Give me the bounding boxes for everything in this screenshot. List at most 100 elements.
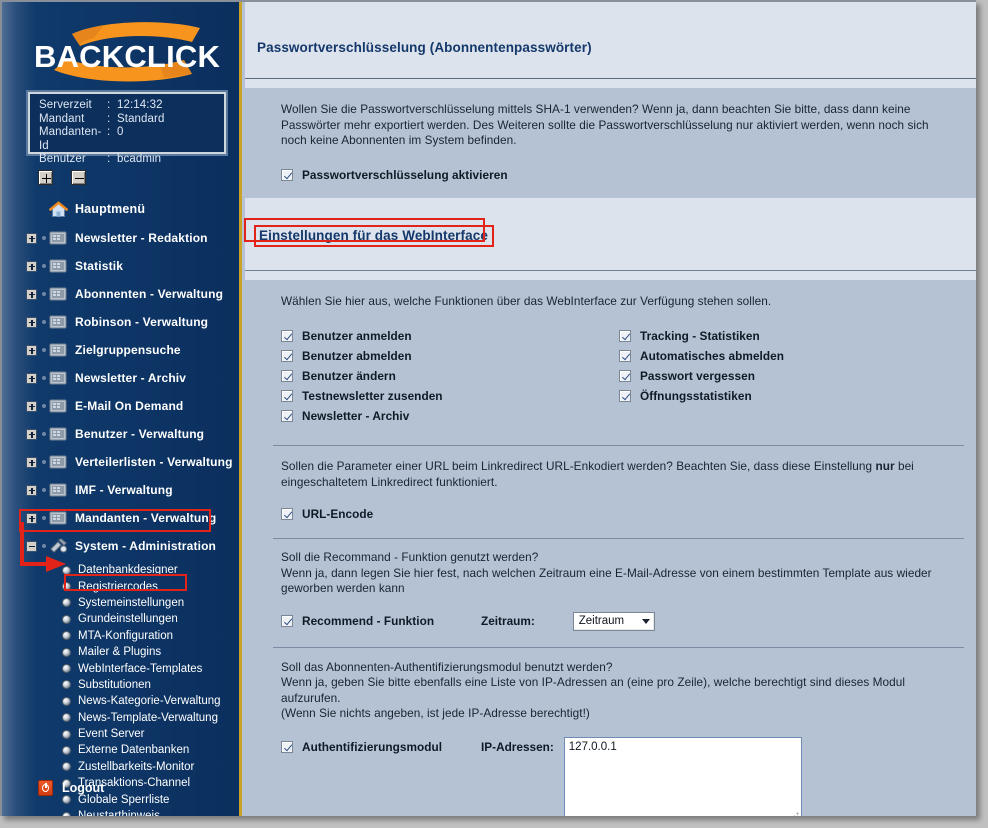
option-testnewsletter-zusenden: Testnewsletter zusenden bbox=[281, 386, 619, 406]
spacer bbox=[245, 197, 976, 222]
mandanten-id-value: 0 bbox=[117, 126, 124, 138]
sidebar-subitem-datenbankdesigner[interactable]: Datenbankdesigner bbox=[2, 562, 239, 578]
auth-checkbox[interactable] bbox=[281, 740, 293, 753]
sidebar-item-robinson-verwaltung[interactable]: Robinson - Verwaltung bbox=[2, 308, 239, 336]
option-benutzer-anmelden: Benutzer anmelden bbox=[281, 326, 619, 346]
option-label: Öffnungsstatistiken bbox=[640, 389, 752, 403]
expand-plus-icon[interactable] bbox=[26, 456, 37, 468]
zeitraum-select[interactable]: Zeitraum bbox=[572, 611, 655, 631]
panel-password: Wollen Sie die Passwortverschlüsselung m… bbox=[245, 88, 976, 198]
folder-icon bbox=[49, 258, 68, 275]
sidebar-subitem-zustellbarkeits-monitor[interactable]: Zustellbarkeits-Monitor bbox=[2, 759, 239, 775]
password-encryption-checkbox[interactable] bbox=[281, 168, 293, 181]
sidebar-item-benutzer-verwaltung[interactable]: Benutzer - Verwaltung bbox=[2, 420, 239, 448]
recommend-checkbox[interactable] bbox=[281, 615, 293, 627]
tree-dot-icon bbox=[42, 320, 46, 324]
option-checkbox[interactable] bbox=[619, 350, 631, 362]
sidebar-item-label: E-Mail On Demand bbox=[75, 399, 184, 413]
folder-icon bbox=[49, 482, 68, 499]
sidebar-subitem-label: News-Template-Verwaltung bbox=[78, 711, 218, 724]
option-checkbox[interactable] bbox=[281, 390, 293, 402]
bullet-sphere-icon bbox=[62, 795, 71, 805]
sidebar-item-system-administration[interactable]: System - Administration bbox=[2, 532, 239, 560]
sidebar-subitem-registriercodes[interactable]: Registriercodes bbox=[2, 578, 239, 594]
server-info-key: Benutzer bbox=[39, 153, 86, 165]
collapse-minus-icon[interactable] bbox=[26, 540, 37, 552]
sidebar-subitem-news-template-verwaltung[interactable]: News-Template-Verwaltung bbox=[2, 710, 239, 726]
expand-plus-icon[interactable] bbox=[26, 512, 37, 524]
option-label: Benutzer ändern bbox=[302, 369, 396, 383]
auth-label: Authentifizierungsmodul bbox=[302, 739, 443, 754]
sidebar-subitem-systemeinstellungen[interactable]: Systemeinstellungen bbox=[2, 595, 239, 611]
panel-webinterface: Wählen Sie hier aus, welche Funktionen ü… bbox=[245, 279, 976, 816]
ip-addresses-textarea[interactable] bbox=[563, 736, 802, 816]
folder-icon bbox=[49, 314, 68, 331]
sidebar-subitem-mta-konfiguration[interactable]: MTA-Konfiguration bbox=[2, 628, 239, 644]
backclick-logo-icon: BACKCLICK bbox=[24, 18, 224, 88]
sidebar-subitem-neustarthinweis[interactable]: Neustarthinweis bbox=[2, 808, 239, 816]
sidebar-subitem-event-server[interactable]: Event Server bbox=[2, 726, 239, 742]
expand-all-button[interactable] bbox=[38, 170, 53, 185]
tree-dot-icon bbox=[42, 432, 46, 436]
sidebar-item-newsletter-redaktion[interactable]: Newsletter - Redaktion bbox=[2, 224, 239, 252]
option-label: Benutzer anmelden bbox=[302, 329, 412, 343]
tree-dot-icon bbox=[42, 236, 46, 240]
expand-plus-icon[interactable] bbox=[26, 372, 37, 384]
option-checkbox[interactable] bbox=[281, 410, 293, 422]
sidebar-item-abonnenten-verwaltung[interactable]: Abonnenten - Verwaltung bbox=[2, 280, 239, 308]
option-checkbox[interactable] bbox=[281, 350, 293, 362]
option-checkbox[interactable] bbox=[281, 370, 293, 382]
sidebar-item-newsletter-archiv[interactable]: Newsletter - Archiv bbox=[2, 364, 239, 392]
auth-description-line1: Soll das Abonnenten-Authentifizierungsmo… bbox=[281, 659, 613, 674]
server-time-value: 12:14:32 bbox=[117, 99, 163, 111]
sidebar-item-zielgruppensuche[interactable]: Zielgruppensuche bbox=[2, 336, 239, 364]
expand-plus-icon[interactable] bbox=[26, 400, 37, 412]
sidebar-item-mandanten-verwaltung[interactable]: Mandanten - Verwaltung bbox=[2, 504, 239, 532]
sidebar-subitem-news-kategorie-verwaltung[interactable]: News-Kategorie-Verwaltung bbox=[2, 693, 239, 709]
sidebar-subitem-grundeinstellungen[interactable]: Grundeinstellungen bbox=[2, 611, 239, 627]
tree-dot-icon bbox=[42, 460, 46, 464]
folder-icon bbox=[49, 342, 68, 359]
logout-button[interactable]: Logout bbox=[38, 780, 104, 796]
urlencode-checkbox[interactable] bbox=[281, 508, 293, 520]
option-newsletter-archiv: Newsletter - Archiv bbox=[281, 406, 619, 426]
sidebar-item-verteilerlisten-verwaltung[interactable]: Verteilerlisten - Verwaltung bbox=[2, 448, 239, 476]
sidebar-subitem-label: Mailer & Plugins bbox=[78, 646, 162, 659]
ip-addresses-field-wrap bbox=[563, 736, 802, 816]
sidebar-item-imf-verwaltung[interactable]: IMF - Verwaltung bbox=[2, 476, 239, 504]
expand-plus-icon[interactable] bbox=[26, 344, 37, 356]
sidebar-item-statistik[interactable]: Statistik bbox=[2, 252, 239, 280]
sidebar-item-email-on-demand[interactable]: E-Mail On Demand bbox=[2, 392, 239, 420]
expand-plus-icon[interactable] bbox=[26, 260, 37, 272]
option-benutzer-aendern: Benutzer ändern bbox=[281, 366, 619, 386]
password-description: Wollen Sie die Passwortverschlüsselung m… bbox=[281, 102, 929, 147]
option-automatisches-abmelden: Automatisches abmelden bbox=[619, 346, 784, 366]
option-checkbox[interactable] bbox=[619, 390, 631, 402]
svg-text:BACKCLICK: BACKCLICK bbox=[34, 39, 220, 74]
expand-plus-icon[interactable] bbox=[26, 428, 37, 440]
tree-dot-icon bbox=[42, 516, 46, 520]
spacer bbox=[245, 257, 976, 270]
bullet-sphere-icon bbox=[62, 664, 71, 674]
expand-plus-icon[interactable] bbox=[26, 232, 37, 244]
option-checkbox[interactable] bbox=[619, 370, 631, 382]
sidebar-subitem-substitutionen[interactable]: Substitutionen bbox=[2, 677, 239, 693]
expand-plus-icon[interactable] bbox=[26, 484, 37, 496]
sidebar-subitem-externe-datenbanken[interactable]: Externe Datenbanken bbox=[2, 742, 239, 758]
server-info-row: Serverzeit : 12:14:32 bbox=[39, 99, 224, 113]
sidebar-item-hauptmenu[interactable]: Hauptmenü bbox=[2, 194, 239, 224]
option-checkbox[interactable] bbox=[281, 330, 293, 342]
collapse-all-button[interactable] bbox=[71, 170, 86, 185]
recommend-description-line1: Soll die Recommand - Funktion genutzt we… bbox=[281, 550, 539, 564]
sidebar-subitem-label: Grundeinstellungen bbox=[78, 613, 178, 626]
sidebar-subitem-mailer-plugins[interactable]: Mailer & Plugins bbox=[2, 644, 239, 660]
bullet-sphere-icon bbox=[62, 680, 71, 690]
expand-plus-icon[interactable] bbox=[26, 316, 37, 328]
option-checkbox[interactable] bbox=[619, 330, 631, 342]
urlencode-label: URL-Encode bbox=[302, 507, 374, 521]
sidebar-subitem-webinterface-templates[interactable]: WebInterface-Templates bbox=[2, 660, 239, 676]
expand-plus-icon[interactable] bbox=[26, 288, 37, 300]
urlencode-text-a: Sollen die Parameter einer URL beim Link… bbox=[281, 459, 876, 473]
brand-logo[interactable]: BACKCLICK bbox=[2, 14, 239, 92]
